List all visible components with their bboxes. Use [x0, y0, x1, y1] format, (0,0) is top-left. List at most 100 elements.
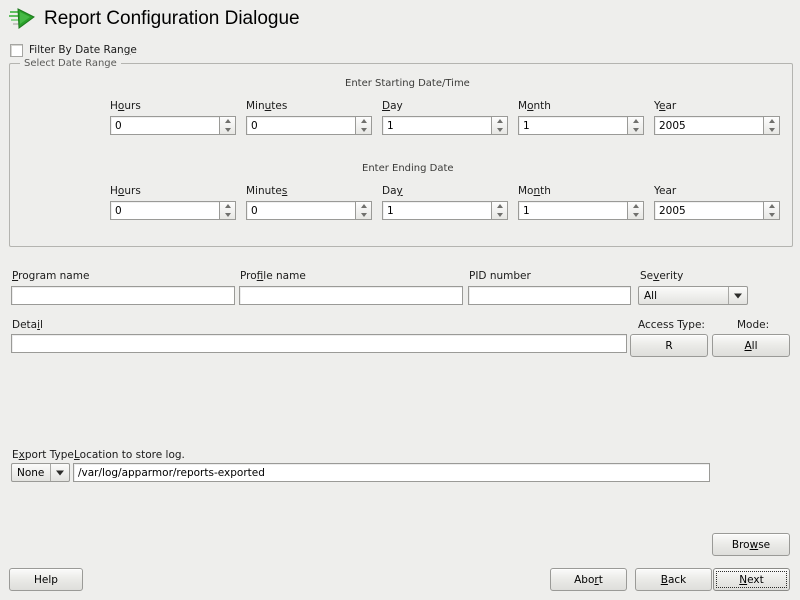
end-year-label: Year: [654, 185, 676, 197]
spin-down-icon[interactable]: [356, 126, 371, 135]
select-date-range-legend: Select Date Range: [20, 58, 121, 69]
start-hours-stepper[interactable]: [219, 116, 236, 135]
end-hours-spinner[interactable]: 0: [110, 201, 236, 220]
chevron-down-icon[interactable]: [728, 287, 747, 304]
end-minutes-label: Minutes: [246, 185, 287, 197]
back-button-label: Back: [661, 574, 687, 586]
spin-up-icon[interactable]: [628, 202, 643, 211]
access-type-button-label: R: [665, 340, 672, 352]
end-month-stepper[interactable]: [627, 201, 644, 220]
title-bar: Report Configuration Dialogue: [0, 0, 800, 38]
end-hours-stepper[interactable]: [219, 201, 236, 220]
end-day-label: Day: [382, 185, 403, 197]
end-minutes-spinner[interactable]: 0: [246, 201, 372, 220]
severity-label: Severity: [640, 270, 683, 282]
end-hours-label: Hours: [110, 185, 141, 197]
starting-date-heading: Enter Starting Date/Time: [345, 78, 470, 89]
spin-up-icon[interactable]: [492, 202, 507, 211]
apparmor-logo-icon: [8, 6, 38, 32]
spin-down-icon[interactable]: [764, 211, 779, 220]
spin-down-icon[interactable]: [492, 126, 507, 135]
spin-up-icon[interactable]: [764, 202, 779, 211]
start-month-stepper[interactable]: [627, 116, 644, 135]
spin-down-icon[interactable]: [628, 211, 643, 220]
mode-button[interactable]: All: [712, 334, 790, 357]
program-name-label: Program name: [12, 270, 89, 282]
detail-label: Detail: [12, 319, 43, 331]
start-month-spinner[interactable]: 1: [518, 116, 644, 135]
spin-up-icon[interactable]: [764, 117, 779, 126]
profile-name-label: Profile name: [240, 270, 306, 282]
next-button-label: Next: [739, 574, 763, 586]
spin-down-icon[interactable]: [764, 126, 779, 135]
pid-number-input[interactable]: [468, 286, 631, 305]
pid-number-label: PID number: [469, 270, 531, 282]
end-minutes-stepper[interactable]: [355, 201, 372, 220]
spin-up-icon[interactable]: [220, 202, 235, 211]
spin-up-icon[interactable]: [220, 117, 235, 126]
abort-button[interactable]: Abort: [550, 568, 627, 591]
severity-value[interactable]: All: [639, 287, 728, 304]
location-label: Location to store log.: [74, 449, 185, 461]
export-type-value[interactable]: None: [12, 464, 50, 481]
location-input[interactable]: /var/log/apparmor/reports-exported: [73, 463, 710, 482]
end-year-spinner[interactable]: 2005: [654, 201, 780, 220]
severity-combobox[interactable]: All: [638, 286, 748, 305]
filter-label-text-a: Filter By Date Ran: [29, 44, 124, 56]
browse-button[interactable]: Browse: [712, 533, 790, 556]
end-month-spinner[interactable]: 1: [518, 201, 644, 220]
access-type-button[interactable]: R: [630, 334, 708, 357]
chevron-down-icon[interactable]: [50, 464, 69, 481]
start-hours-spinner[interactable]: 0: [110, 116, 236, 135]
filter-by-date-range-row[interactable]: Filter By Date Range: [10, 43, 137, 57]
spin-down-icon[interactable]: [628, 126, 643, 135]
help-button[interactable]: Help: [9, 568, 83, 591]
start-year-spinner[interactable]: 2005: [654, 116, 780, 135]
filter-by-date-range-checkbox[interactable]: [10, 44, 23, 57]
end-day-spinner[interactable]: 1: [382, 201, 508, 220]
spin-down-icon[interactable]: [220, 211, 235, 220]
start-year-label: Year: [654, 100, 676, 112]
start-minutes-value[interactable]: 0: [246, 116, 355, 135]
end-month-value[interactable]: 1: [518, 201, 627, 220]
spin-down-icon[interactable]: [356, 211, 371, 220]
end-hours-value[interactable]: 0: [110, 201, 219, 220]
end-year-value[interactable]: 2005: [654, 201, 763, 220]
abort-button-label: Abort: [574, 574, 603, 586]
start-minutes-spinner[interactable]: 0: [246, 116, 372, 135]
mode-label: Mode:: [737, 319, 769, 331]
start-hours-value[interactable]: 0: [110, 116, 219, 135]
end-day-stepper[interactable]: [491, 201, 508, 220]
next-button[interactable]: Next: [713, 568, 790, 591]
program-name-input[interactable]: [11, 286, 235, 305]
start-year-stepper[interactable]: [763, 116, 780, 135]
end-day-value[interactable]: 1: [382, 201, 491, 220]
end-year-stepper[interactable]: [763, 201, 780, 220]
filter-label-text-b: e: [130, 44, 136, 56]
start-day-value[interactable]: 1: [382, 116, 491, 135]
start-year-value[interactable]: 2005: [654, 116, 763, 135]
spin-down-icon[interactable]: [220, 126, 235, 135]
back-button[interactable]: Back: [635, 568, 712, 591]
end-month-label: Month: [518, 185, 551, 197]
start-hours-label: Hours: [110, 100, 141, 112]
start-day-spinner[interactable]: 1: [382, 116, 508, 135]
start-minutes-label: Minutes: [246, 100, 287, 112]
start-day-stepper[interactable]: [491, 116, 508, 135]
start-day-label: Day: [382, 100, 403, 112]
detail-input[interactable]: [11, 334, 627, 353]
spin-up-icon[interactable]: [628, 117, 643, 126]
spin-up-icon[interactable]: [356, 202, 371, 211]
end-minutes-value[interactable]: 0: [246, 201, 355, 220]
mode-button-label: All: [744, 340, 757, 352]
start-month-value[interactable]: 1: [518, 116, 627, 135]
help-button-label: Help: [34, 574, 58, 586]
spin-up-icon[interactable]: [492, 117, 507, 126]
export-type-combobox[interactable]: None: [11, 463, 70, 482]
start-minutes-stepper[interactable]: [355, 116, 372, 135]
page-title: Report Configuration Dialogue: [44, 8, 300, 30]
profile-name-input[interactable]: [239, 286, 463, 305]
spin-up-icon[interactable]: [356, 117, 371, 126]
browse-button-label: Browse: [732, 539, 770, 551]
spin-down-icon[interactable]: [492, 211, 507, 220]
